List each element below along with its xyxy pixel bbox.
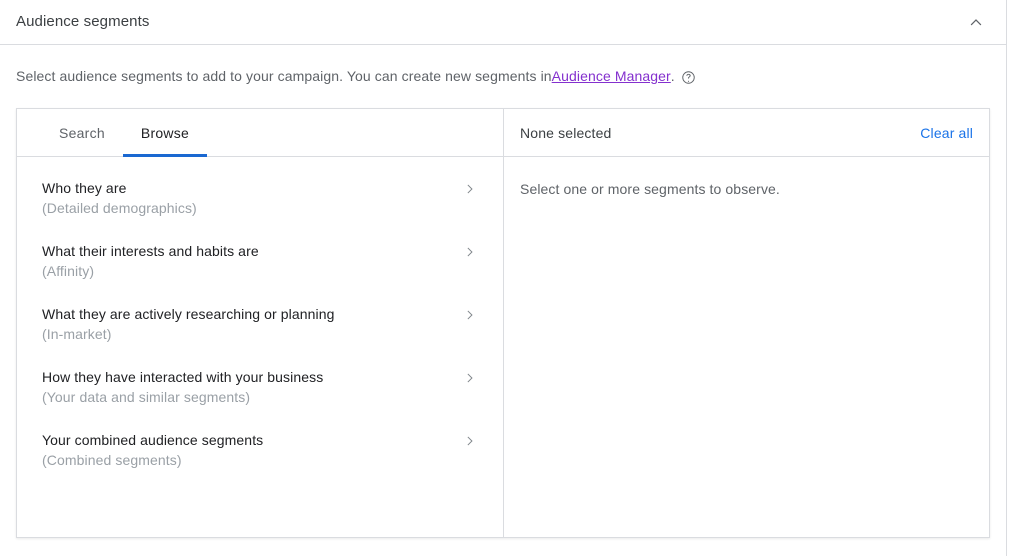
help-circle-icon[interactable] (681, 70, 696, 85)
description-suffix: . (671, 66, 675, 86)
selection-body: Select one or more segments to observe. (504, 157, 989, 537)
list-item-text: What their interests and habits are (Aff… (42, 242, 259, 281)
audience-segments-panel: Audience segments Select audience segmen… (0, 0, 1007, 556)
segment-tabs: Search Browse (17, 109, 503, 157)
list-item[interactable]: Your combined audience segments (Combine… (17, 419, 503, 482)
list-item-title: Who they are (42, 179, 197, 198)
list-item-subtitle: (Affinity) (42, 262, 259, 281)
chevron-right-icon[interactable] (462, 433, 478, 449)
browse-column: Search Browse Who they are (Detailed dem… (17, 109, 504, 537)
clear-all-button[interactable]: Clear all (920, 125, 973, 141)
tab-browse-label: Browse (141, 125, 189, 141)
list-item-title: Your combined audience segments (42, 431, 263, 450)
audience-manager-link[interactable]: Audience Manager (552, 66, 671, 86)
list-item-text: How they have interacted with your busin… (42, 368, 323, 407)
list-item-subtitle: (Combined segments) (42, 451, 263, 470)
tab-browse[interactable]: Browse (123, 109, 207, 156)
panel-header: Audience segments (0, 0, 1006, 45)
list-item-title: How they have interacted with your busin… (42, 368, 323, 387)
list-item[interactable]: Who they are (Detailed demographics) (17, 167, 503, 230)
list-item-text: What they are actively researching or pl… (42, 305, 335, 344)
list-item-text: Who they are (Detailed demographics) (42, 179, 197, 218)
browse-category-list: Who they are (Detailed demographics) Wha… (17, 157, 503, 537)
list-item-subtitle: (Detailed demographics) (42, 199, 197, 218)
chevron-right-icon[interactable] (462, 307, 478, 323)
list-item-subtitle: (Your data and similar segments) (42, 388, 323, 407)
chevron-right-icon[interactable] (462, 370, 478, 386)
chevron-right-icon[interactable] (462, 244, 478, 260)
list-item-text: Your combined audience segments (Combine… (42, 431, 263, 470)
tab-search[interactable]: Search (41, 109, 123, 156)
selection-header: None selected Clear all (504, 109, 989, 157)
selection-empty-message: Select one or more segments to observe. (520, 179, 973, 199)
segment-selector-card: Search Browse Who they are (Detailed dem… (16, 108, 990, 538)
tab-search-label: Search (59, 125, 105, 141)
page-title: Audience segments (16, 12, 149, 32)
selection-count: None selected (520, 125, 611, 141)
list-item[interactable]: What they are actively researching or pl… (17, 293, 503, 356)
list-item[interactable]: What their interests and habits are (Aff… (17, 230, 503, 293)
list-item[interactable]: How they have interacted with your busin… (17, 356, 503, 419)
chevron-right-icon[interactable] (462, 181, 478, 197)
panel-description: Select audience segments to add to your … (0, 45, 1006, 86)
description-text: Select audience segments to add to your … (16, 66, 552, 86)
list-item-subtitle: (In-market) (42, 325, 335, 344)
chevron-up-icon[interactable] (964, 10, 988, 34)
list-item-title: What their interests and habits are (42, 242, 259, 261)
list-item-title: What they are actively researching or pl… (42, 305, 335, 324)
selection-column: None selected Clear all Select one or mo… (504, 109, 989, 537)
